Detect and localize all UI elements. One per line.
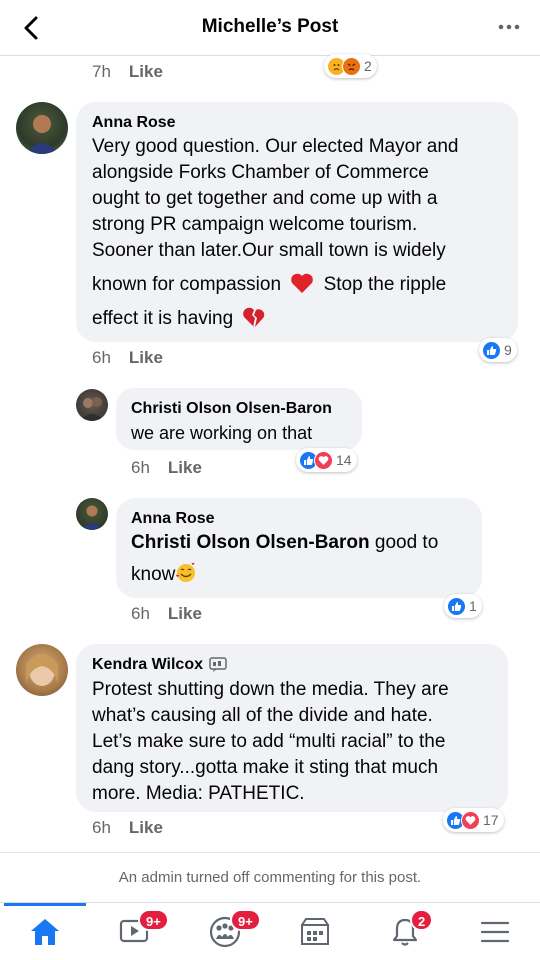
reply-bubble: Christi Olson Olsen-Baron we are working… [116,388,362,450]
home-icon [31,919,59,945]
avatar[interactable] [16,102,68,154]
like-reaction-icon [482,340,501,360]
active-tab-indicator [4,903,86,906]
comment-line: known for compassion Stop the ripple [92,273,447,295]
comment-line: more. Media: PATHETIC. [92,783,305,804]
mention-link[interactable]: Christi Olson Olsen-Baron [131,532,370,553]
reply-bubble: Anna Rose Christi Olson Olsen-Baron good… [116,498,482,598]
comment-author[interactable]: Kendra Wilcox [92,656,203,674]
notification-badge: 2 [410,909,434,931]
comment-line: Sooner than later.Our small town is wide… [92,240,446,261]
comment-meta: 6h Like [92,818,163,838]
comments-disabled-notice: An admin turned off commenting for this … [0,852,540,902]
post-header: Michelle’s Post [0,0,540,56]
tab-menu[interactable] [450,903,540,960]
comment-text: we are working on that [131,423,313,443]
comment-text: Christi Olson Olsen-Baron good to know [131,530,476,588]
angry-reaction-icon [342,56,361,76]
like-button[interactable]: Like [129,348,163,367]
comment-time: 6h [131,604,150,623]
comment-time: 6h [131,458,150,477]
comment-time: 6h [92,348,111,367]
top-fan-badge-icon [209,657,227,672]
like-button[interactable]: Like [168,604,202,623]
previous-comment-meta: 7h Like [92,62,163,82]
notification-badge: 9+ [138,909,169,931]
reaction-count: 14 [336,452,352,468]
reaction-count: 1 [469,598,477,614]
bottom-tab-bar: 9+ 9+ 2 [0,902,540,960]
reaction-summary[interactable]: 9 [479,338,517,362]
comment-line: effect it is having [92,306,512,332]
like-reaction-icon [447,596,466,616]
comment-meta: 6h Like [131,458,202,478]
comment-line: Protest shutting down the media. They ar… [92,679,449,700]
tab-home[interactable] [0,903,90,960]
broken-heart-emoji-icon [243,307,265,327]
reaction-summary[interactable]: 2 [324,54,377,78]
tab-marketplace[interactable] [270,903,360,960]
comment-text: Very good question. Our elected Mayor an… [92,134,512,332]
like-button[interactable]: Like [129,818,163,837]
reaction-summary[interactable]: 17 [443,808,504,832]
comment-line: Let’s make sure to add “multi racial” to… [92,731,446,752]
comment-meta: 6h Like [92,348,163,368]
tab-groups[interactable]: 9+ [180,903,270,960]
marketplace-icon [301,918,329,945]
more-options-button[interactable] [494,12,524,42]
user-photo-icon [26,654,58,686]
comment-bubble: Kendra Wilcox Protest shutting down the … [76,644,508,812]
avatar[interactable] [76,498,108,530]
comment-bubble: Anna Rose Very good question. Our electe… [76,102,518,342]
comment-line: ought to get together and come up with a [92,188,438,209]
avatar[interactable] [16,644,68,696]
comment-line: Christi Olson Olsen-Baron good to [131,532,439,553]
comment-line: alongside Forks Chamber of Commerce [92,162,429,183]
user-photo-icon [82,505,102,530]
reaction-count: 2 [364,58,372,74]
red-heart-emoji-icon [291,273,314,293]
comment-line: know [131,562,476,588]
comment-meta: 6h Like [131,604,202,624]
reaction-summary[interactable]: 14 [296,448,357,472]
hamburger-menu-icon [480,921,510,943]
reaction-count: 9 [504,342,512,358]
comment-author[interactable]: Anna Rose [92,114,176,132]
comment-author-row: Kendra Wilcox [92,656,227,674]
tab-notifications[interactable]: 2 [360,903,450,960]
user-photo-icon [26,115,58,154]
smiling-hearts-emoji-icon [176,562,196,582]
comment-line: what’s causing all of the divide and hat… [92,705,433,726]
comment-author[interactable]: Anna Rose [131,510,215,528]
comment-line: Very good question. Our elected Mayor an… [92,136,459,157]
like-button[interactable]: Like [129,62,163,81]
more-dots-icon [498,24,520,30]
love-reaction-icon [461,810,480,830]
notification-badge: 9+ [230,909,261,931]
avatar[interactable] [76,389,108,421]
love-reaction-icon [314,450,333,470]
page-title: Michelle’s Post [201,16,339,37]
comment-text: Protest shutting down the media. They ar… [92,677,502,807]
comment-line: strong PR campaign welcome tourism. [92,214,418,235]
reaction-summary[interactable]: 1 [444,594,482,618]
user-photo-icon [80,397,104,421]
comment-line: dang story...gotta make it sting that mu… [92,757,439,778]
like-button[interactable]: Like [168,458,202,477]
comment-author[interactable]: Christi Olson Olsen-Baron [131,400,332,418]
tab-watch[interactable]: 9+ [90,903,180,960]
comment-time: 7h [92,62,111,81]
comment-time: 6h [92,818,111,837]
reaction-count: 17 [483,812,499,828]
